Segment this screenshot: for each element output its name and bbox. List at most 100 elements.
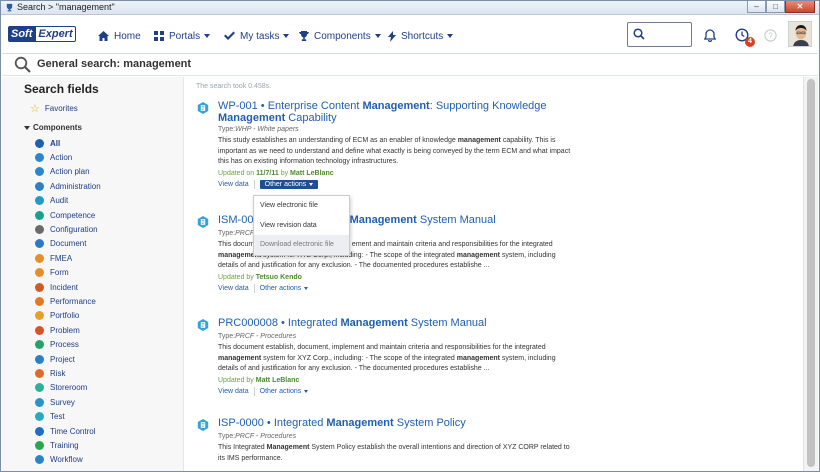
window-controls: – □ ✕ bbox=[747, 1, 815, 14]
desc-text: This study establishes an understanding … bbox=[218, 137, 458, 144]
result-type: Type:PRCF - Procedures bbox=[218, 333, 577, 340]
type-value: WHP - White papers bbox=[235, 126, 299, 133]
sidebar-item-label: Form bbox=[50, 268, 69, 278]
trophy-icon bbox=[299, 31, 309, 41]
component-all-icon bbox=[35, 138, 44, 148]
help-button[interactable]: ? bbox=[761, 26, 779, 44]
sidebar-item-label: Action bbox=[50, 153, 73, 163]
sidebar-item-configuration[interactable]: Configuration bbox=[35, 222, 101, 236]
trophy-icon bbox=[6, 3, 13, 12]
menu-item-download-electronic-file[interactable]: Download electronic file bbox=[254, 235, 349, 255]
component-test-icon bbox=[35, 412, 44, 422]
sidebar-item-risk[interactable]: Risk bbox=[35, 366, 101, 380]
view-data-link[interactable]: View data bbox=[218, 388, 249, 395]
scrollbar-thumb[interactable] bbox=[807, 79, 815, 467]
other-actions-label: Other actions bbox=[264, 180, 307, 188]
document-icon bbox=[197, 102, 209, 114]
sidebar-item-performance[interactable]: Performance bbox=[35, 294, 101, 308]
components-group-toggle[interactable]: Components bbox=[24, 123, 82, 132]
sidebar-item-process[interactable]: Process bbox=[35, 337, 101, 351]
sidebar-item-problem[interactable]: Problem bbox=[35, 323, 101, 337]
updated-prefix: Updated by bbox=[218, 273, 256, 281]
nav-my-tasks[interactable]: My tasks bbox=[224, 28, 290, 44]
menu-item-view-electronic-file[interactable]: View electronic file bbox=[254, 196, 349, 216]
title-highlight: Management bbox=[218, 112, 286, 124]
components-list: All Action Action plan Administration Audit C… bbox=[35, 136, 101, 467]
sidebar-item-administration[interactable]: Administration bbox=[35, 179, 101, 193]
collapse-triangle-icon bbox=[24, 125, 30, 130]
sidebar-item-workflow[interactable]: Workflow bbox=[35, 453, 101, 467]
result-title-link[interactable]: PRC000008 • Integrated Management System… bbox=[218, 317, 487, 329]
nav-components[interactable]: Components bbox=[299, 28, 381, 44]
sidebar-item-action-plan[interactable]: Action plan bbox=[35, 165, 101, 179]
sidebar-item-label: Project bbox=[50, 354, 75, 364]
chevron-down-icon bbox=[204, 34, 211, 38]
component-document-icon bbox=[35, 239, 44, 249]
sidebar-item-competence[interactable]: Competence bbox=[35, 208, 101, 222]
other-actions-label: Other actions bbox=[259, 284, 302, 292]
component-time-control-icon bbox=[35, 426, 44, 436]
sidebar-item-action[interactable]: Action bbox=[35, 150, 101, 164]
sidebar-item-all[interactable]: All bbox=[35, 136, 101, 150]
component-form-icon bbox=[35, 268, 44, 278]
search-result: ISP-0000 • Integrated Management System … bbox=[197, 417, 577, 464]
nav-portals-label: Portals bbox=[169, 30, 201, 42]
updated-date: 11/7/11 bbox=[256, 169, 279, 177]
chevron-down-icon bbox=[304, 286, 309, 290]
help-icon: ? bbox=[763, 28, 777, 42]
sidebar-item-document[interactable]: Document bbox=[35, 237, 101, 251]
sidebar-item-fmea[interactable]: FMEA bbox=[35, 251, 101, 265]
task-timer-button[interactable]: 4 bbox=[733, 26, 755, 47]
user-avatar[interactable] bbox=[788, 21, 812, 47]
type-prefix: Type: bbox=[218, 433, 236, 440]
nav-shortcuts[interactable]: Shortcuts bbox=[388, 28, 454, 44]
sidebar-item-storeroom[interactable]: Storeroom bbox=[35, 381, 101, 395]
sidebar-item-label: Test bbox=[50, 412, 65, 422]
sidebar-item-training[interactable]: Training bbox=[35, 438, 101, 452]
updated-by: Tetsuo Kendo bbox=[255, 273, 302, 281]
sidebar-item-label: Problem bbox=[50, 325, 80, 335]
other-actions-button[interactable]: Other actions bbox=[260, 285, 309, 292]
updated-prefix: Updated by bbox=[218, 376, 256, 384]
desc-text: This document establish, document, imple… bbox=[218, 344, 546, 351]
menu-item-view-revision-data[interactable]: View revision data bbox=[254, 216, 349, 236]
maximize-button[interactable]: □ bbox=[766, 1, 785, 13]
component-project-icon bbox=[35, 354, 44, 364]
global-search-box[interactable] bbox=[627, 22, 692, 47]
notifications-button[interactable] bbox=[701, 26, 719, 44]
sidebar-item-test[interactable]: Test bbox=[35, 409, 101, 423]
window-title: Search > "management" bbox=[17, 2, 115, 12]
close-button[interactable]: ✕ bbox=[785, 1, 815, 13]
component-audit-icon bbox=[35, 196, 44, 206]
sidebar-item-form[interactable]: Form bbox=[35, 266, 101, 280]
softexpert-logo[interactable]: Soft Expert bbox=[8, 24, 76, 44]
sidebar-item-time-control[interactable]: Time Control bbox=[35, 424, 101, 438]
result-title-link[interactable]: ISP-0000 • Integrated Management System … bbox=[218, 417, 466, 429]
sidebar-item-label: Action plan bbox=[50, 167, 90, 177]
other-actions-button[interactable]: Other actions bbox=[260, 388, 309, 395]
view-data-link[interactable]: View data bbox=[218, 181, 249, 188]
result-updated: Updated by Tetsuo Kendo bbox=[218, 274, 577, 281]
minimize-button[interactable]: – bbox=[747, 1, 766, 13]
sidebar-item-audit[interactable]: Audit bbox=[35, 194, 101, 208]
result-title-link[interactable]: WP-001 • Enterprise Content Management: … bbox=[218, 100, 577, 124]
sidebar-item-portfolio[interactable]: Portfolio bbox=[35, 309, 101, 323]
chevron-down-icon bbox=[283, 34, 290, 38]
component-action-plan-icon bbox=[35, 167, 44, 177]
sidebar-item-label: Configuration bbox=[50, 225, 98, 235]
title-highlight: Management bbox=[326, 417, 394, 429]
result-updated: Updated on 11/7/11 by Matt LeBlanc bbox=[218, 170, 577, 177]
nav-home[interactable]: Home bbox=[98, 28, 141, 44]
sidebar-item-project[interactable]: Project bbox=[35, 352, 101, 366]
view-data-link[interactable]: View data bbox=[218, 285, 249, 292]
sidebar-item-incident[interactable]: Incident bbox=[35, 280, 101, 294]
sidebar-item-favorites[interactable]: ☆ Favorites bbox=[30, 102, 78, 115]
type-value: PRCF - Procedures bbox=[235, 333, 297, 340]
global-search-input[interactable] bbox=[648, 25, 688, 44]
type-prefix: Type: bbox=[218, 230, 236, 237]
sidebar-item-survey[interactable]: Survey bbox=[35, 395, 101, 409]
other-actions-button[interactable]: Other actions bbox=[259, 179, 319, 189]
vertical-scrollbar[interactable] bbox=[803, 77, 818, 471]
component-administration-icon bbox=[35, 181, 44, 191]
nav-portals[interactable]: Portals bbox=[154, 28, 211, 44]
